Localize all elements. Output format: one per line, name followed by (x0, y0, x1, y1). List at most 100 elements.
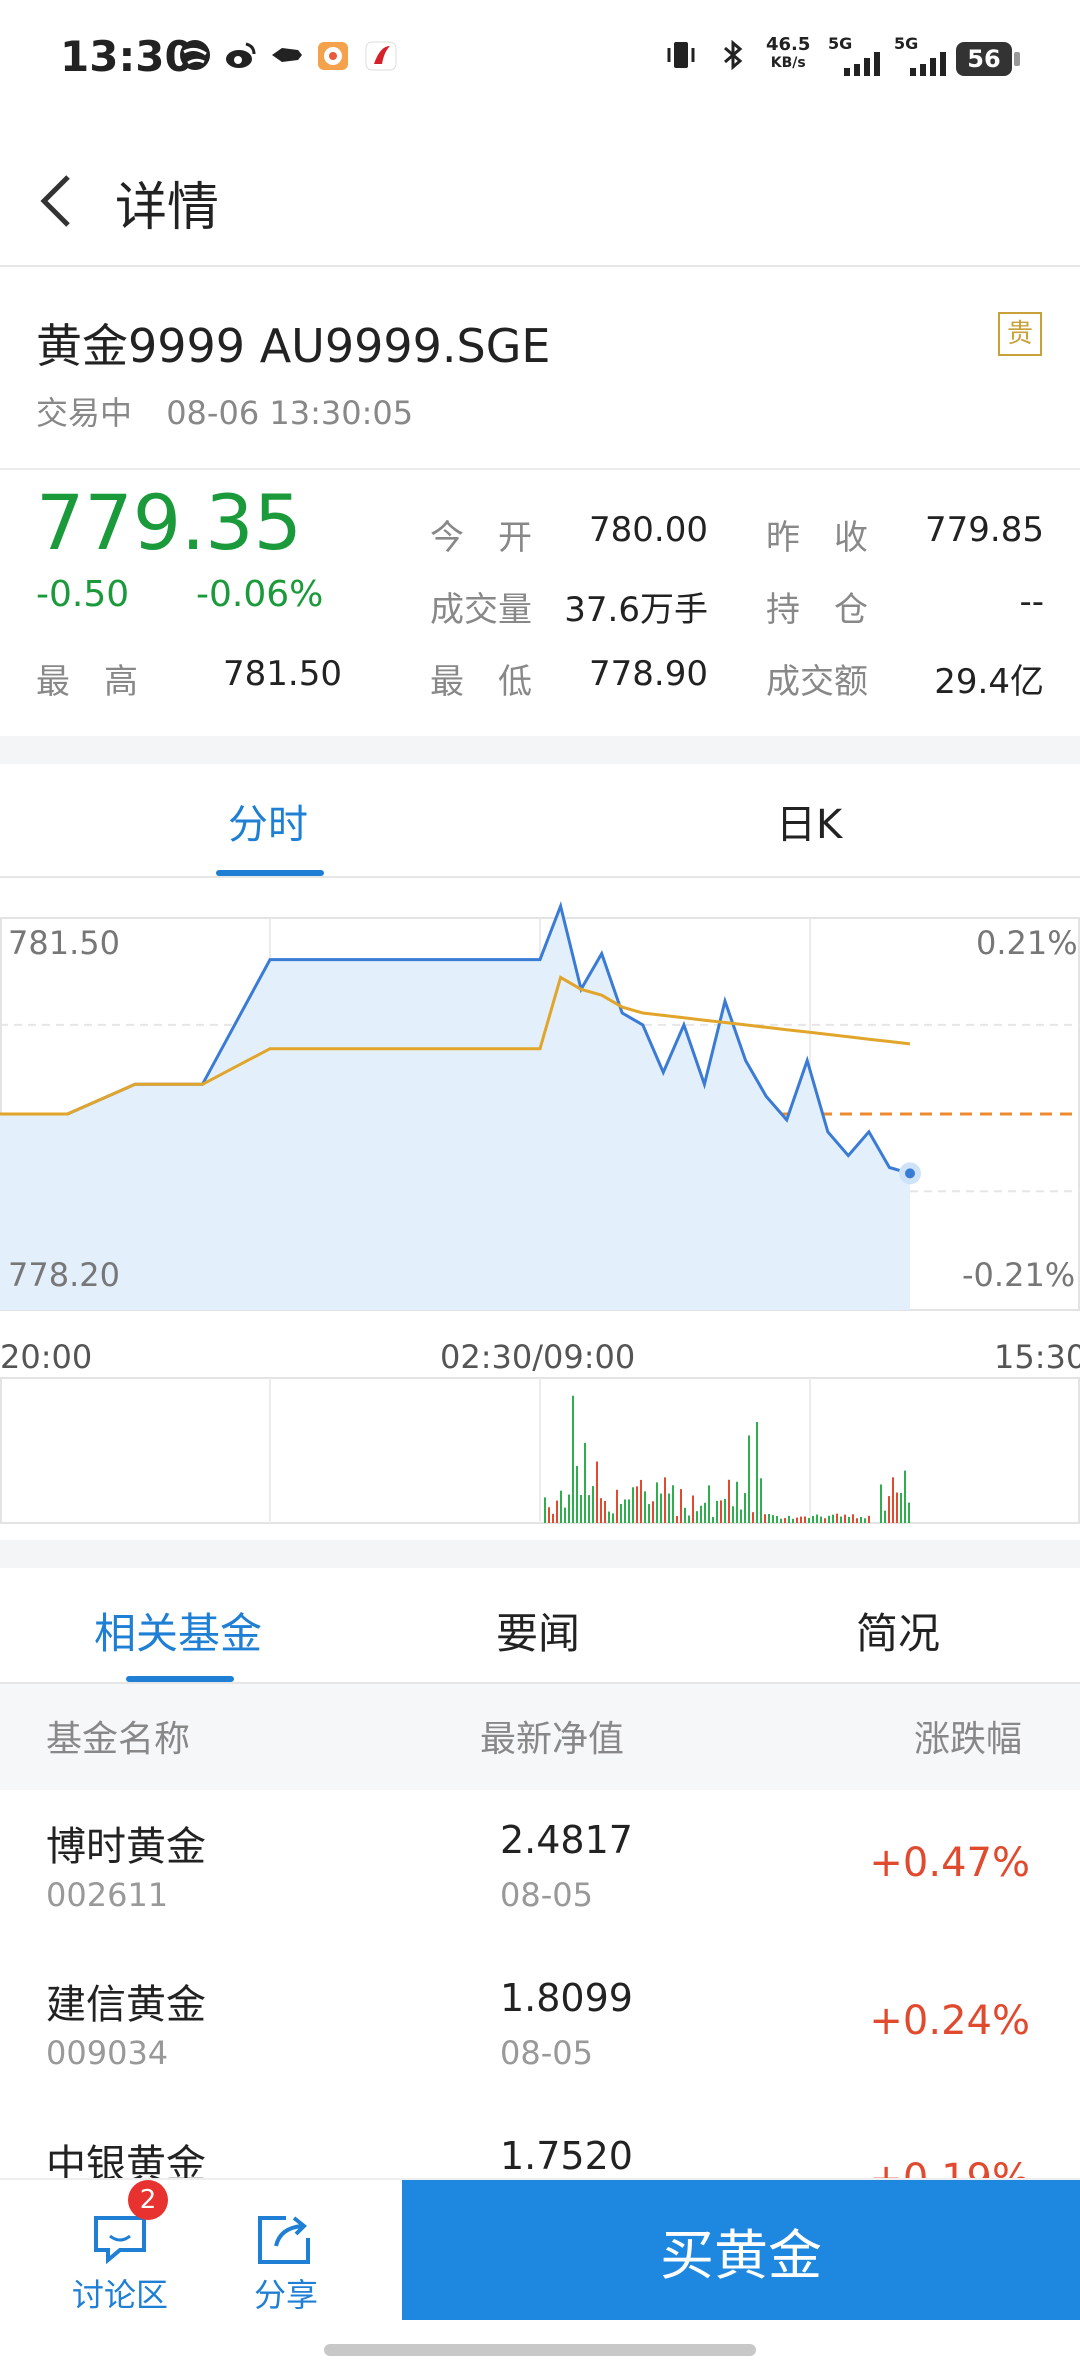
x-axis-label-mid: 02:30/09:00 (440, 1338, 636, 1376)
volume-bar (788, 1515, 790, 1523)
volume-bar (600, 1498, 602, 1523)
precious-metal-badge: 贵 (998, 312, 1042, 356)
volume-bar (848, 1516, 850, 1523)
volume-bar (836, 1513, 838, 1523)
volume-bar (628, 1499, 630, 1523)
volume-bar (564, 1507, 566, 1523)
fund-name: 建信黄金 (46, 1982, 206, 2028)
volume-bar (888, 1496, 890, 1523)
tab-overview[interactable]: 简况 (856, 1600, 940, 1661)
volume-bar (692, 1495, 694, 1523)
volume-bar (684, 1507, 686, 1523)
quote-datetime: 08-06 13:30:05 (166, 394, 414, 432)
volume-bar (596, 1461, 598, 1523)
buy-gold-button[interactable]: 买黄金 (402, 2180, 1080, 2320)
volume-bar (556, 1500, 558, 1523)
volume-bar (676, 1516, 678, 1523)
tab-daily-k[interactable]: 日K (776, 792, 842, 850)
volume-bar (824, 1518, 826, 1523)
trading-status: 交易中 08-06 13:30:05 (36, 388, 413, 434)
discuss-button[interactable]: 2 讨论区 (60, 2180, 180, 2314)
table-row[interactable]: 建信黄金 009034 1.8099 08-05 +0.24% (0, 1948, 1080, 2106)
volume-bar (568, 1494, 570, 1523)
section-gap (0, 736, 1080, 764)
volume-bar (796, 1517, 798, 1523)
volume-bar (816, 1514, 818, 1523)
tab-intraday[interactable]: 分时 (228, 792, 308, 850)
divider (0, 468, 1080, 470)
volume-bar (544, 1497, 546, 1523)
volume-bar (776, 1515, 778, 1523)
nav-header: 详情 (0, 135, 1080, 267)
battery-icon: 56 (956, 42, 1012, 76)
signal-1-icon (844, 52, 880, 76)
volume-bar (592, 1486, 594, 1523)
volume-label: 成交量 (430, 590, 532, 630)
share-button[interactable]: 分享 (240, 2200, 350, 2314)
fund-code: 009034 (46, 2034, 169, 2072)
volume-bar (740, 1509, 742, 1523)
col-header-fund-name: 基金名称 (46, 1719, 191, 1760)
volume-bar (900, 1492, 902, 1523)
volume-bar (864, 1518, 866, 1523)
volume-bar (892, 1477, 894, 1523)
col-header-nav: 最新净值 (480, 1719, 625, 1760)
volume-bar (904, 1470, 906, 1523)
volume-bar (644, 1491, 646, 1523)
prev-close-value: 779.85 (925, 510, 1044, 550)
volume-bar (672, 1485, 674, 1523)
airline-app-icon (365, 41, 397, 71)
fund-name: 博时黄金 (46, 1824, 206, 1870)
chat-bubble-icon (94, 2216, 146, 2264)
x-axis-label-start: 20:00 (0, 1338, 93, 1376)
volume-bar (636, 1486, 638, 1523)
intraday-chart[interactable] (0, 898, 1080, 1538)
table-row[interactable]: 中银黄金 1.7520 +0.19% (0, 2106, 1080, 2178)
last-price-dot (899, 1162, 921, 1185)
volume-bar (844, 1514, 846, 1523)
volume-bar (760, 1478, 762, 1523)
open-label: 今 开 (430, 518, 532, 558)
section-gap (0, 1540, 1080, 1568)
app-globe-icon (180, 40, 210, 70)
volume-bar (668, 1493, 670, 1523)
divider (0, 876, 1080, 878)
volume-bar (560, 1490, 562, 1523)
table-row[interactable]: 博时黄金 002611 2.4817 08-05 +0.47% (0, 1790, 1080, 1948)
discuss-count-badge: 2 (128, 2180, 168, 2220)
volume-bar (908, 1502, 910, 1523)
volume-bar (608, 1511, 610, 1523)
last-price: 779.35 (36, 478, 302, 567)
fund-nav-date: 08-05 (500, 1876, 593, 1914)
volume-bar (772, 1515, 774, 1523)
position-value: -- (1019, 582, 1044, 622)
price-area-fill (0, 906, 910, 1310)
volume-bar (756, 1421, 758, 1523)
volume-bar (880, 1484, 882, 1523)
back-arrow-icon[interactable] (36, 171, 76, 231)
volume-bar (688, 1515, 690, 1523)
volume-bar (580, 1494, 582, 1523)
volume-bar (800, 1516, 802, 1523)
y-axis-top-pct-label: 0.21% (976, 924, 1078, 962)
share-icon (258, 2216, 310, 2264)
turnover-label: 成交额 (766, 662, 868, 702)
tab-related-funds[interactable]: 相关基金 (94, 1600, 262, 1661)
fund-nav: 1.7520 (500, 2134, 633, 2178)
y-axis-bottom-pct-label: -0.21% (962, 1256, 1076, 1294)
x-axis-label-end: 15:30 (994, 1338, 1080, 1376)
volume-bar (704, 1502, 706, 1523)
volume-bar (696, 1511, 698, 1523)
fund-change-pct: +0.19% (780, 2156, 1030, 2178)
volume-bar (712, 1516, 714, 1523)
volume-bar (656, 1482, 658, 1523)
volume-bar (716, 1500, 718, 1523)
volume-bar (896, 1492, 898, 1523)
price-change-pct: -0.06% (196, 574, 324, 615)
volume-bar (808, 1518, 810, 1523)
tab-news[interactable]: 要闻 (496, 1600, 580, 1661)
weibo-icon (226, 42, 256, 68)
volume-bar (768, 1514, 770, 1523)
home-indicator[interactable] (324, 2344, 756, 2356)
clock: 13:30 (60, 32, 194, 81)
